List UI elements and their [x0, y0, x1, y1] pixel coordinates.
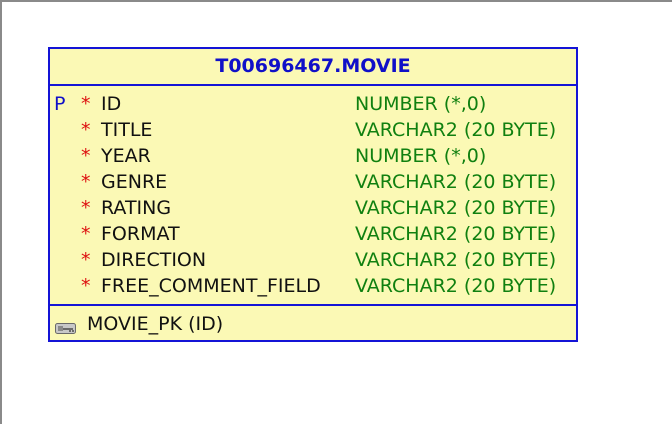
- table-title: T00696467.MOVIE: [50, 49, 576, 86]
- mandatory-marker: *: [81, 249, 91, 271]
- mandatory-marker: *: [81, 171, 91, 193]
- column-row: * GENRE VARCHAR2 (20 BYTE): [50, 169, 576, 195]
- column-list: P * ID NUMBER (*,0) * TITLE VARCHAR2 (20…: [50, 86, 576, 306]
- column-row: * DIRECTION VARCHAR2 (20 BYTE): [50, 247, 576, 273]
- column-type: NUMBER (*,0): [355, 93, 487, 115]
- key-icon: [55, 320, 77, 334]
- mandatory-marker: *: [81, 145, 91, 167]
- column-row: P * ID NUMBER (*,0): [50, 91, 576, 117]
- column-type: NUMBER (*,0): [355, 145, 487, 167]
- column-name: ID: [101, 93, 122, 115]
- primary-key-flag: P: [54, 93, 66, 115]
- mandatory-marker: *: [81, 93, 91, 115]
- column-name: GENRE: [101, 171, 168, 193]
- column-row: * TITLE VARCHAR2 (20 BYTE): [50, 117, 576, 143]
- column-type: VARCHAR2 (20 BYTE): [355, 275, 557, 297]
- column-type: VARCHAR2 (20 BYTE): [355, 197, 557, 219]
- index-name: MOVIE_PK (ID): [87, 313, 224, 335]
- column-row: * RATING VARCHAR2 (20 BYTE): [50, 195, 576, 221]
- column-row: * YEAR NUMBER (*,0): [50, 143, 576, 169]
- mandatory-marker: *: [81, 197, 91, 219]
- column-type: VARCHAR2 (20 BYTE): [355, 171, 557, 193]
- column-name: DIRECTION: [101, 249, 207, 271]
- column-type: VARCHAR2 (20 BYTE): [355, 119, 557, 141]
- column-name: TITLE: [101, 119, 153, 141]
- mandatory-marker: *: [81, 275, 91, 297]
- column-row: * FORMAT VARCHAR2 (20 BYTE): [50, 221, 576, 247]
- diagram-canvas: T00696467.MOVIE P * ID NUMBER (*,0) * TI…: [0, 0, 672, 424]
- entity-table-box[interactable]: T00696467.MOVIE P * ID NUMBER (*,0) * TI…: [48, 47, 578, 342]
- mandatory-marker: *: [81, 223, 91, 245]
- column-type: VARCHAR2 (20 BYTE): [355, 249, 557, 271]
- column-name: FORMAT: [101, 223, 180, 245]
- column-name: YEAR: [101, 145, 151, 167]
- column-name: RATING: [101, 197, 172, 219]
- mandatory-marker: *: [81, 119, 91, 141]
- index-row: MOVIE_PK (ID): [50, 306, 576, 342]
- column-row: * FREE_COMMENT_FIELD VARCHAR2 (20 BYTE): [50, 273, 576, 299]
- column-name: FREE_COMMENT_FIELD: [101, 275, 321, 297]
- column-type: VARCHAR2 (20 BYTE): [355, 223, 557, 245]
